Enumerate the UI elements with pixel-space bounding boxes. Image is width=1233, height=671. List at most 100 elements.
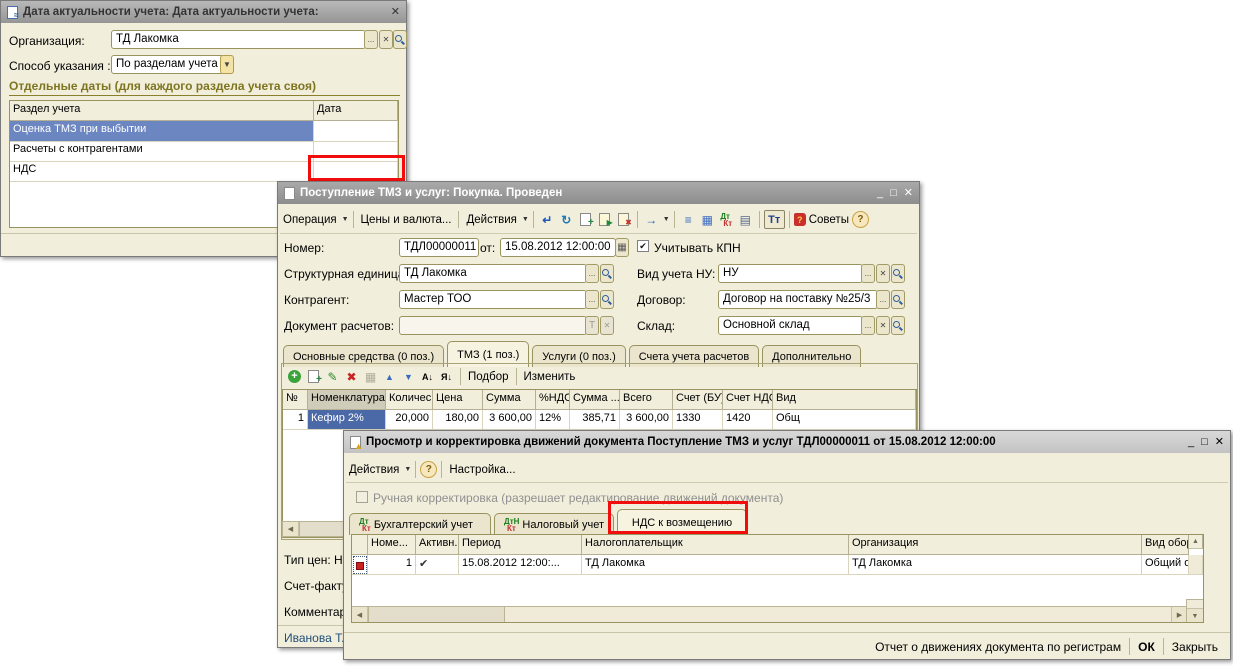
edit-row-icon[interactable]: ✎ <box>323 368 342 385</box>
warehouse-input[interactable]: Основной склад <box>718 316 863 335</box>
move-up-icon[interactable]: ▲ <box>380 368 399 385</box>
col-account-bu[interactable]: Счет (БУ) <box>673 390 723 410</box>
contract-input[interactable]: Договор на поставку №25/3 <box>718 290 878 309</box>
tips-button[interactable]: Советы <box>806 214 852 226</box>
tab-tax-accounting[interactable]: ДтНКт Налоговый учет <box>494 513 614 535</box>
method-dropdown-button[interactable]: ▼ <box>220 55 234 74</box>
table-row[interactable]: 1 ✔ 15.08.2012 12:00:... ТД Лакомка ТД Л… <box>352 555 1203 575</box>
scroll-left-icon[interactable]: ◀ <box>283 522 299 536</box>
col-total[interactable]: Всего <box>620 390 673 410</box>
help-icon[interactable]: ? <box>852 211 869 228</box>
edit-button[interactable]: Изменить <box>521 371 579 383</box>
set-flags-icon[interactable]: ▦ <box>698 211 717 228</box>
kpn-checkbox[interactable]: ✔ <box>637 240 649 252</box>
org-clear-button[interactable]: ✕ <box>379 30 393 49</box>
save-icon[interactable]: ↵ <box>538 211 557 228</box>
nu-select-button[interactable]: ... <box>861 264 875 283</box>
movements-hscrollbar[interactable]: ◀ ▶ <box>352 606 1188 622</box>
nu-search-button[interactable] <box>891 264 905 283</box>
ok-button[interactable]: ОК <box>1134 640 1159 654</box>
org-search-button[interactable] <box>393 30 407 49</box>
col-date[interactable]: Дата <box>314 101 398 121</box>
settings-button[interactable]: Настройка... <box>446 464 518 476</box>
vscroll-track[interactable] <box>1189 555 1203 575</box>
warehouse-search-button[interactable] <box>891 316 905 335</box>
col-taxpayer[interactable]: Налогоплательщик <box>582 535 849 555</box>
org-select-button[interactable]: ... <box>364 30 378 49</box>
copy-add-icon[interactable]: + <box>576 211 595 228</box>
scroll-thumb[interactable] <box>368 607 505 622</box>
dtkt-postings-icon[interactable]: ДтКт <box>717 211 736 228</box>
scroll-left-icon[interactable]: ◀ <box>352 607 368 622</box>
sort-asc-icon[interactable]: А↓ <box>418 368 437 385</box>
refresh-icon[interactable]: ↻ <box>557 211 576 228</box>
copy-row-icon[interactable]: + <box>304 368 323 385</box>
nu-input[interactable]: НУ <box>718 264 863 283</box>
col-organization[interactable]: Организация <box>849 535 1142 555</box>
invoice-label[interactable]: Счет-факту <box>284 579 348 593</box>
col-price[interactable]: Цена <box>433 390 483 410</box>
contractor-input[interactable]: Мастер ТОО <box>399 290 587 309</box>
col-nomenclature[interactable]: Номенклатура <box>308 390 386 410</box>
unit-select-button[interactable]: ... <box>585 264 599 283</box>
org-input[interactable]: ТД Лакомка <box>111 30 366 49</box>
col-account-vat[interactable]: Счет НДС <box>723 390 773 410</box>
minimize-icon[interactable]: _ <box>877 188 883 199</box>
actions-menu[interactable]: Действия <box>346 464 402 476</box>
scroll-right-icon[interactable]: ▶ <box>1171 607 1187 622</box>
manual-adjustment-checkbox[interactable] <box>356 491 368 503</box>
tab-accounting[interactable]: ДтКт Бухгалтерский учет <box>349 513 491 535</box>
contractor-search-button[interactable] <box>600 290 614 309</box>
close-icon[interactable]: ✕ <box>1215 437 1224 448</box>
post-document-icon[interactable]: ▶ <box>595 211 614 228</box>
chevron-down-icon[interactable]: ▼ <box>663 216 670 223</box>
col-quantity[interactable]: Количес... <box>386 390 433 410</box>
contract-search-button[interactable] <box>891 290 905 309</box>
table-row[interactable]: 1 Кефир 2% 20,000 180,00 3 600,00 12% 38… <box>283 410 916 430</box>
close-icon[interactable]: ✕ <box>904 188 913 199</box>
col-kind[interactable]: Вид <box>773 390 916 410</box>
settlement-clear-button[interactable]: ✕ <box>600 316 614 335</box>
col-active[interactable]: Активн... <box>416 535 459 555</box>
movements-vscroll-bottom[interactable]: ▼ <box>1186 599 1203 623</box>
movements-report-button[interactable]: Отчет о движениях документа по регистрам <box>871 640 1125 654</box>
structure-icon[interactable]: ≡ <box>679 211 698 228</box>
col-number[interactable]: № <box>283 390 308 410</box>
prices-currency-button[interactable]: Цены и валюта... <box>358 214 455 226</box>
contractor-select-button[interactable]: ... <box>585 290 599 309</box>
help-icon[interactable]: ? <box>420 461 437 478</box>
settlement-input[interactable] <box>399 316 587 335</box>
pick-button[interactable]: Подбор <box>465 371 512 383</box>
method-combobox[interactable]: По разделам учета <box>111 55 224 74</box>
vscroll-down-icon[interactable]: ▼ <box>1187 608 1203 623</box>
calendar-button[interactable]: ▦ <box>615 238 629 257</box>
col-section[interactable]: Раздел учета <box>10 101 314 121</box>
col-vat-pct[interactable]: %НДС <box>536 390 570 410</box>
tt-templates-button[interactable]: Тт <box>764 210 785 229</box>
price-type-label[interactable]: Тип цен: Н <box>284 553 343 567</box>
journal-icon[interactable]: ▤ <box>736 211 755 228</box>
col-turnover-kind[interactable]: Вид оборота <box>1142 535 1189 555</box>
warehouse-clear-button[interactable]: ✕ <box>876 316 890 335</box>
actions-menu[interactable]: Действия <box>463 214 519 226</box>
unpost-document-icon[interactable]: ✖ <box>614 211 633 228</box>
minimize-icon[interactable]: _ <box>1188 437 1194 448</box>
delete-row-icon[interactable]: ✖ <box>342 368 361 385</box>
settlement-type-button[interactable]: T <box>585 316 599 335</box>
navigate-icon[interactable]: → <box>642 211 661 228</box>
col-sum[interactable]: Сумма <box>483 390 536 410</box>
maximize-icon[interactable]: □ <box>1201 437 1208 448</box>
nu-clear-button[interactable]: ✕ <box>876 264 890 283</box>
close-button[interactable]: Закрыть <box>1168 640 1222 654</box>
col-period[interactable]: Период <box>459 535 582 555</box>
number-input[interactable]: ТДЛ00000011 <box>399 238 479 257</box>
add-row-icon[interactable]: + <box>285 368 304 385</box>
sort-desc-icon[interactable]: Я↓ <box>437 368 456 385</box>
unit-input[interactable]: ТД Лакомка <box>399 264 587 283</box>
vscroll-up-icon[interactable]: ▲ <box>1189 535 1203 549</box>
close-icon[interactable]: ✕ <box>391 7 400 18</box>
table-row[interactable]: Оценка ТМЗ при выбытии <box>10 121 398 141</box>
maximize-icon[interactable]: □ <box>890 188 897 199</box>
move-down-icon[interactable]: ▼ <box>399 368 418 385</box>
operation-menu[interactable]: Операция <box>280 214 340 226</box>
